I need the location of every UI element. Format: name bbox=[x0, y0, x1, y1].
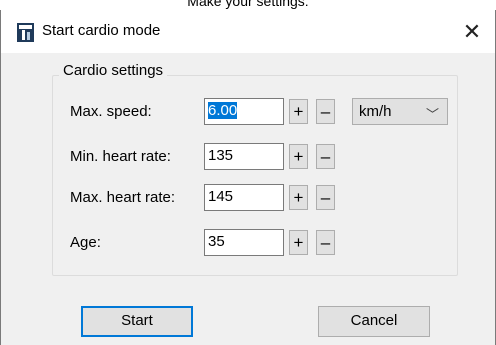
min-heart-rate-plus-button[interactable]: + bbox=[289, 144, 308, 169]
close-icon: ✕ bbox=[462, 18, 482, 44]
min-heart-rate-label: Min. heart rate: bbox=[70, 148, 171, 165]
close-button[interactable]: ✕ bbox=[449, 10, 495, 53]
age-plus-button[interactable]: + bbox=[289, 230, 308, 255]
max-heart-rate-label: Max. heart rate: bbox=[70, 189, 176, 206]
max-speed-label: Max. speed: bbox=[70, 103, 152, 120]
app-icon bbox=[17, 23, 34, 42]
age-minus-button[interactable]: – bbox=[316, 230, 335, 255]
max-heart-rate-value: 145 bbox=[208, 188, 234, 205]
age-value: 35 bbox=[208, 233, 225, 250]
max-heart-rate-minus-button[interactable]: – bbox=[316, 185, 335, 210]
max-speed-plus-button[interactable]: + bbox=[289, 99, 308, 124]
chevron-down-icon: ﹀ bbox=[425, 107, 439, 122]
speed-unit-value: km/h bbox=[359, 103, 392, 120]
max-speed-input[interactable]: 6.00 bbox=[204, 98, 284, 125]
max-heart-rate-plus-button[interactable]: + bbox=[289, 185, 308, 210]
max-speed-minus-button[interactable]: – bbox=[316, 99, 335, 124]
min-heart-rate-minus-button[interactable]: – bbox=[316, 144, 335, 169]
instruction-caption: Make your settings: bbox=[187, 0, 309, 9]
max-heart-rate-input[interactable]: 145 bbox=[204, 184, 284, 211]
page: Make your settings: Start cardio mode ✕ … bbox=[0, 0, 496, 345]
group-label: Cardio settings bbox=[59, 62, 168, 79]
age-input[interactable]: 35 bbox=[204, 229, 284, 256]
min-heart-rate-value: 135 bbox=[208, 147, 234, 164]
max-speed-value: 6.00 bbox=[208, 102, 238, 119]
age-label: Age: bbox=[70, 234, 101, 251]
min-heart-rate-input[interactable]: 135 bbox=[204, 143, 284, 170]
speed-unit-select[interactable]: km/h ﹀ bbox=[352, 98, 448, 125]
title-bar[interactable]: Start cardio mode ✕ bbox=[1, 10, 495, 53]
cancel-button[interactable]: Cancel bbox=[318, 306, 430, 337]
start-button[interactable]: Start bbox=[81, 306, 193, 337]
window-title: Start cardio mode bbox=[42, 22, 161, 39]
